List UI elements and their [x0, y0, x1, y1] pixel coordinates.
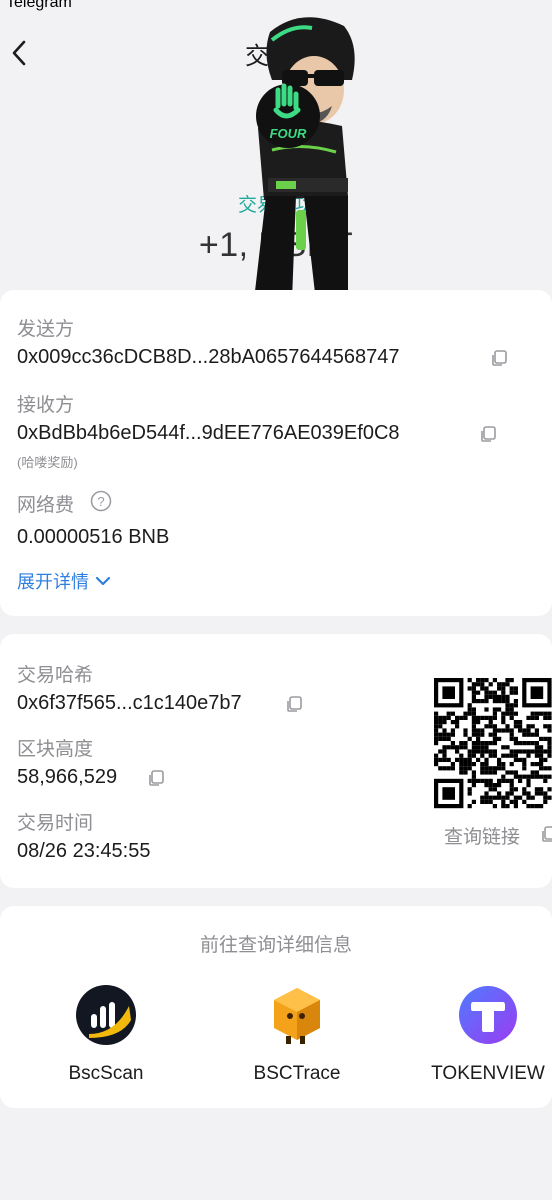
tx-time-label: 交易时间: [17, 813, 94, 834]
fee-label: 网络费: [17, 495, 75, 516]
copy-icon: [492, 350, 507, 366]
back-button[interactable]: [4, 36, 34, 70]
explorer-section-title: 前往查询详细信息: [199, 935, 352, 956]
explorer-links-card: 前往查询详细信息 BscScan BSCTrace TOKENVIEW: [0, 906, 552, 1108]
tokenview-label: TOKENVIEW: [431, 1063, 545, 1084]
chain-info-card: 交易哈希 0x6f37f565...c1c140e7b7 区块高度 58,966…: [0, 634, 552, 888]
expand-details-button[interactable]: 展开详情: [17, 568, 111, 594]
copy-icon: [481, 426, 496, 442]
fee-value: 0.00000516 BNB: [17, 526, 170, 548]
copy-receiver-button[interactable]: [478, 424, 498, 444]
sticker-badge-text: FOUR: [270, 126, 307, 141]
tx-time-value: 08/26 23:45:55: [17, 840, 151, 862]
qr-code[interactable]: [434, 678, 552, 810]
copy-icon: [149, 770, 164, 786]
bsctrace-logo-icon: [274, 988, 320, 1044]
help-icon[interactable]: ?: [90, 490, 112, 512]
sender-address[interactable]: 0x009cc36cDCB8D...28bA0657644568747: [17, 346, 400, 369]
character-sticker: FOUR: [250, 17, 355, 319]
copy-sender-button[interactable]: [489, 348, 509, 368]
bscscan-logo-icon: [76, 985, 136, 1045]
copy-icon: [287, 696, 302, 712]
tokenview-logo-icon: [459, 986, 517, 1044]
receiver-note: (哈喽奖励): [17, 455, 78, 470]
block-height-label: 区块高度: [17, 739, 94, 760]
copy-block-button[interactable]: [146, 768, 166, 788]
bsctrace-label: BSCTrace: [253, 1063, 341, 1084]
bscscan-label: BscScan: [68, 1063, 144, 1084]
copy-icon[interactable]: [540, 824, 552, 844]
chevron-left-icon: [12, 40, 26, 66]
transfer-details-card: 发送方 0x009cc36cDCB8D...28bA0657644568747 …: [0, 290, 552, 616]
status-bar-app-name: Telegram: [6, 0, 72, 11]
receiver-label: 接收方: [17, 395, 75, 416]
bsctrace-link[interactable]: BSCTrace: [244, 984, 350, 1085]
tx-hash-value[interactable]: 0x6f37f565...c1c140e7b7: [17, 692, 242, 715]
copy-hash-button[interactable]: [284, 694, 304, 714]
query-link-button[interactable]: 查询链接: [444, 822, 520, 849]
receiver-address[interactable]: 0xBdBb4b6eD544f...9dEE776AE039Ef0C8: [17, 422, 400, 445]
sender-label: 发送方: [17, 319, 75, 340]
expand-details-label: 展开详情: [17, 572, 89, 592]
svg-text:?: ?: [97, 494, 104, 509]
tokenview-link[interactable]: TOKENVIEW: [426, 984, 550, 1085]
chevron-down-icon: [95, 576, 111, 586]
tx-hash-label: 交易哈希: [17, 665, 94, 686]
bscscan-link[interactable]: BscScan: [60, 984, 152, 1085]
block-height-value[interactable]: 58,966,529: [17, 766, 117, 789]
